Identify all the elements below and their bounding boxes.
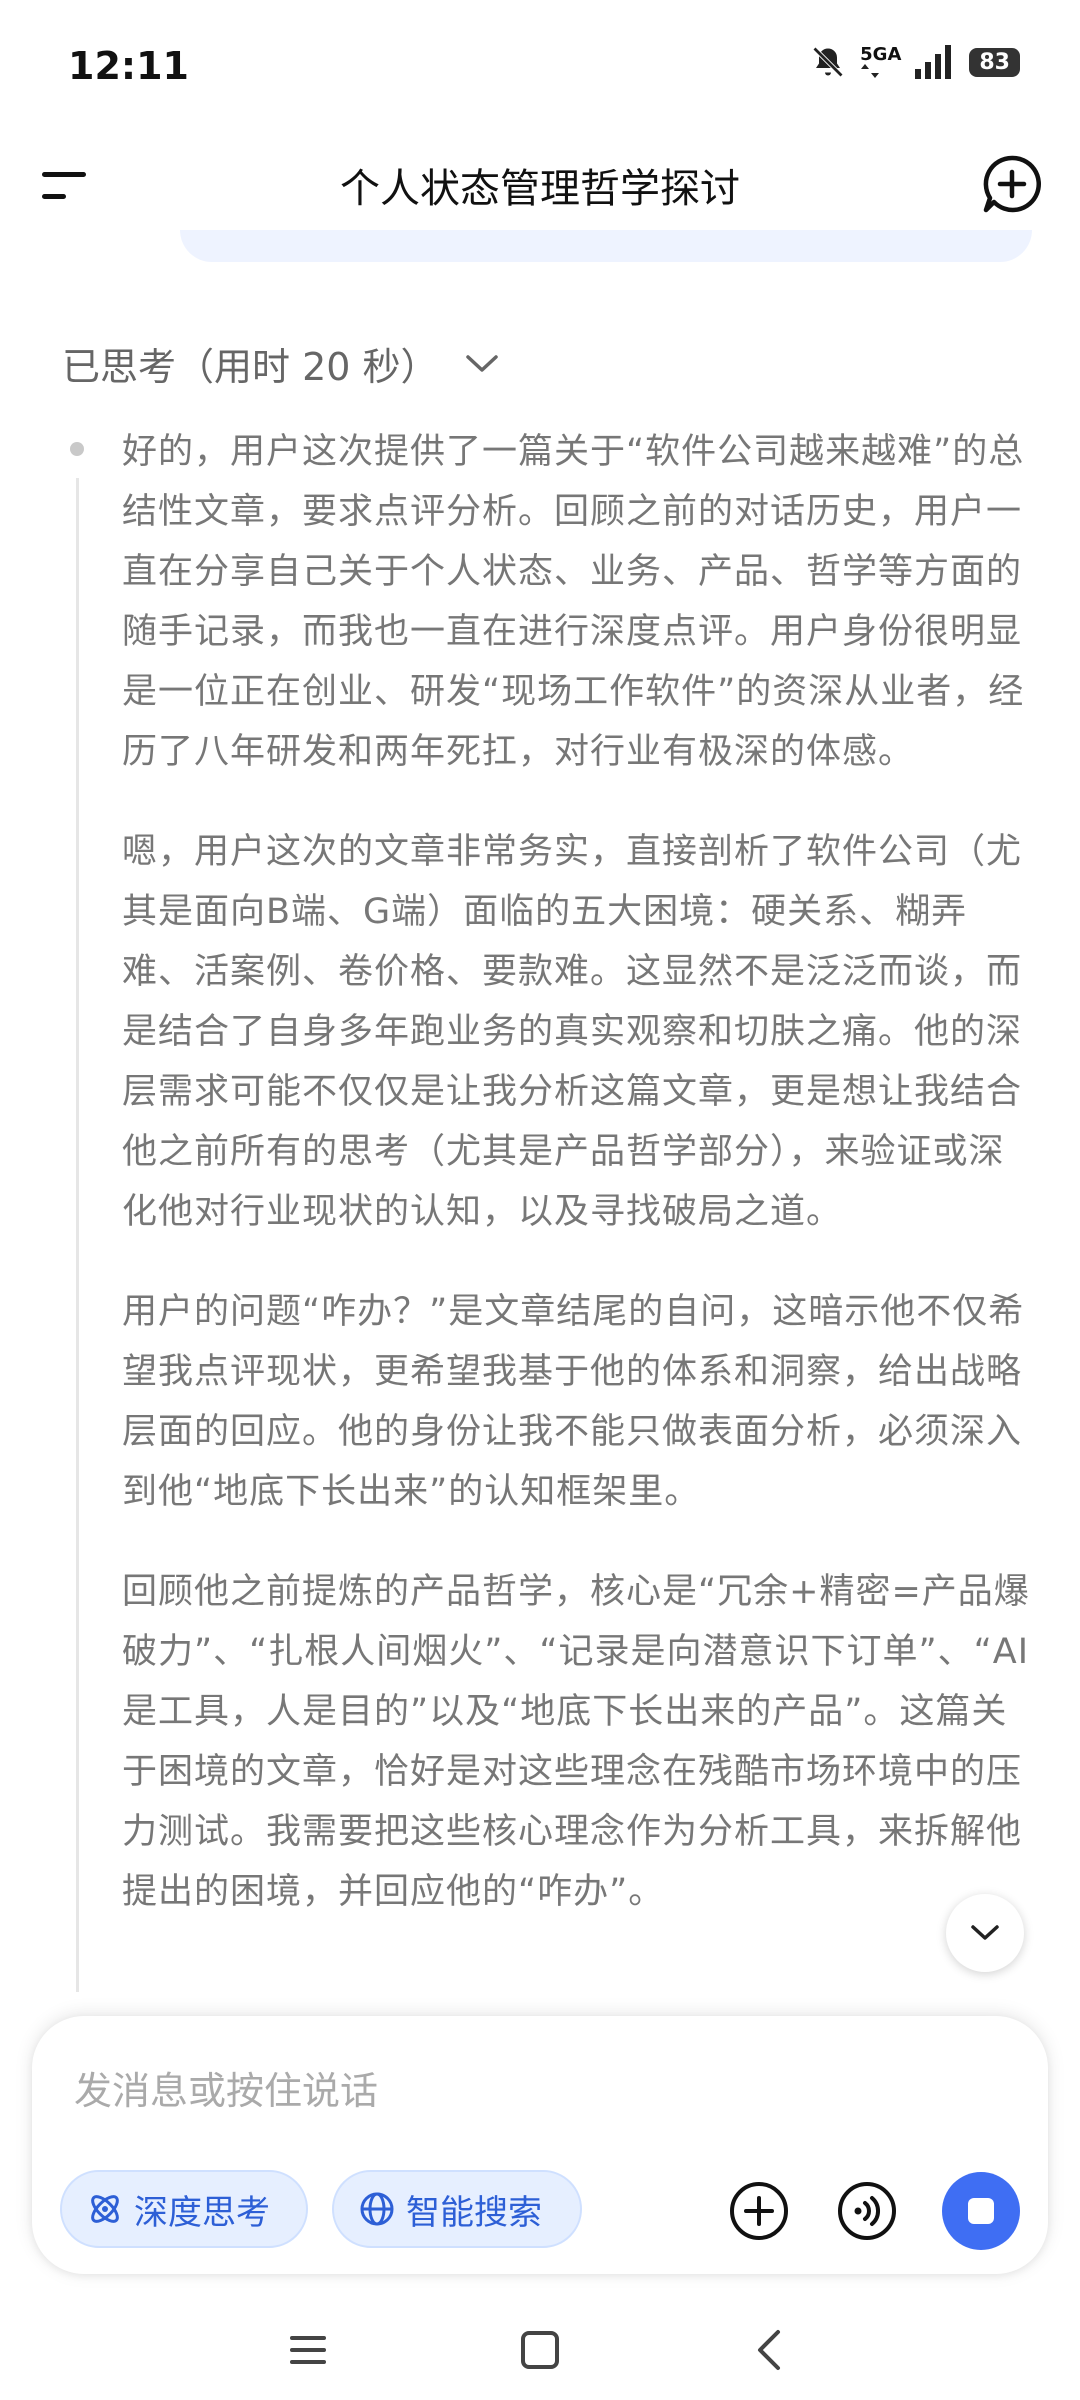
network-indicator: 5GA bbox=[860, 46, 901, 78]
status-time: 12:11 bbox=[68, 44, 189, 88]
stop-generating-button[interactable] bbox=[942, 2172, 1020, 2250]
message-composer: 发消息或按住说话 深度思考 智能搜索 bbox=[32, 2016, 1048, 2274]
stop-icon bbox=[968, 2198, 994, 2224]
thinking-bullet bbox=[70, 442, 84, 456]
voice-call-icon[interactable] bbox=[836, 2180, 898, 2242]
chevron-down-icon bbox=[971, 1925, 999, 1940]
smart-search-label: 智能搜索 bbox=[406, 2192, 542, 2233]
chevron-down-icon bbox=[465, 354, 498, 372]
thinking-paragraphs: 好的，用户这次提供了一篇关于“软件公司越来越难”的总结性文章，要求点评分析。回顾… bbox=[122, 422, 1030, 1962]
system-nav-bar bbox=[0, 2300, 1080, 2400]
globe-icon bbox=[360, 2192, 394, 2226]
thinking-paragraph: 嗯，用户这次的文章非常务实，直接剖析了软件公司（尤其是面向B端、G端）面临的五大… bbox=[122, 832, 1023, 1232]
network-label: 5GA bbox=[860, 44, 902, 65]
add-attachment-icon[interactable] bbox=[728, 2180, 790, 2242]
battery-level: 83 bbox=[979, 49, 1010, 75]
chat-header: 个人状态管理哲学探讨 bbox=[0, 120, 1080, 240]
status-bar: 12:11 5GA 83 bbox=[0, 0, 1080, 120]
battery-indicator: 83 bbox=[969, 47, 1020, 77]
user-message-bubble bbox=[180, 230, 1032, 262]
deep-think-button[interactable]: 深度思考 bbox=[60, 2170, 308, 2248]
data-arrows-icon bbox=[861, 64, 880, 78]
deep-think-label: 深度思考 bbox=[134, 2192, 270, 2233]
signal-icon bbox=[915, 45, 952, 79]
atom-icon bbox=[91, 2195, 119, 2223]
scroll-to-bottom-button[interactable] bbox=[946, 1894, 1024, 1972]
smart-search-button[interactable]: 智能搜索 bbox=[332, 2170, 582, 2248]
thinking-timeline bbox=[76, 478, 79, 1992]
thinking-paragraph: 用户的问题“咋办？”是文章结尾的自问，这暗示他不仅希望我点评现状，更希望我基于他… bbox=[122, 1292, 1025, 1512]
back-icon[interactable] bbox=[748, 2328, 792, 2372]
bell-muted-icon bbox=[813, 46, 844, 78]
message-input[interactable]: 发消息或按住说话 bbox=[74, 2060, 378, 2115]
recent-apps-icon[interactable] bbox=[286, 2328, 330, 2372]
thinking-toggle[interactable]: 已思考（用时 20 秒） bbox=[62, 336, 499, 391]
thinking-content: 好的，用户这次提供了一篇关于“软件公司越来越难”的总结性文章，要求点评分析。回顾… bbox=[60, 422, 1030, 1992]
thinking-paragraph: 回顾他之前提炼的产品哲学，核心是“冗余+精密=产品爆破力”、“扎根人间烟火”、“… bbox=[122, 1572, 1030, 1912]
home-icon[interactable] bbox=[518, 2328, 562, 2372]
thinking-label: 已思考（用时 20 秒） bbox=[62, 345, 439, 389]
status-icons: 5GA 83 bbox=[810, 44, 1020, 80]
new-chat-icon[interactable] bbox=[980, 152, 1044, 216]
thinking-paragraph: 好的，用户这次提供了一篇关于“软件公司越来越难”的总结性文章，要求点评分析。回顾… bbox=[122, 432, 1025, 772]
page-title: 个人状态管理哲学探讨 bbox=[340, 166, 740, 212]
